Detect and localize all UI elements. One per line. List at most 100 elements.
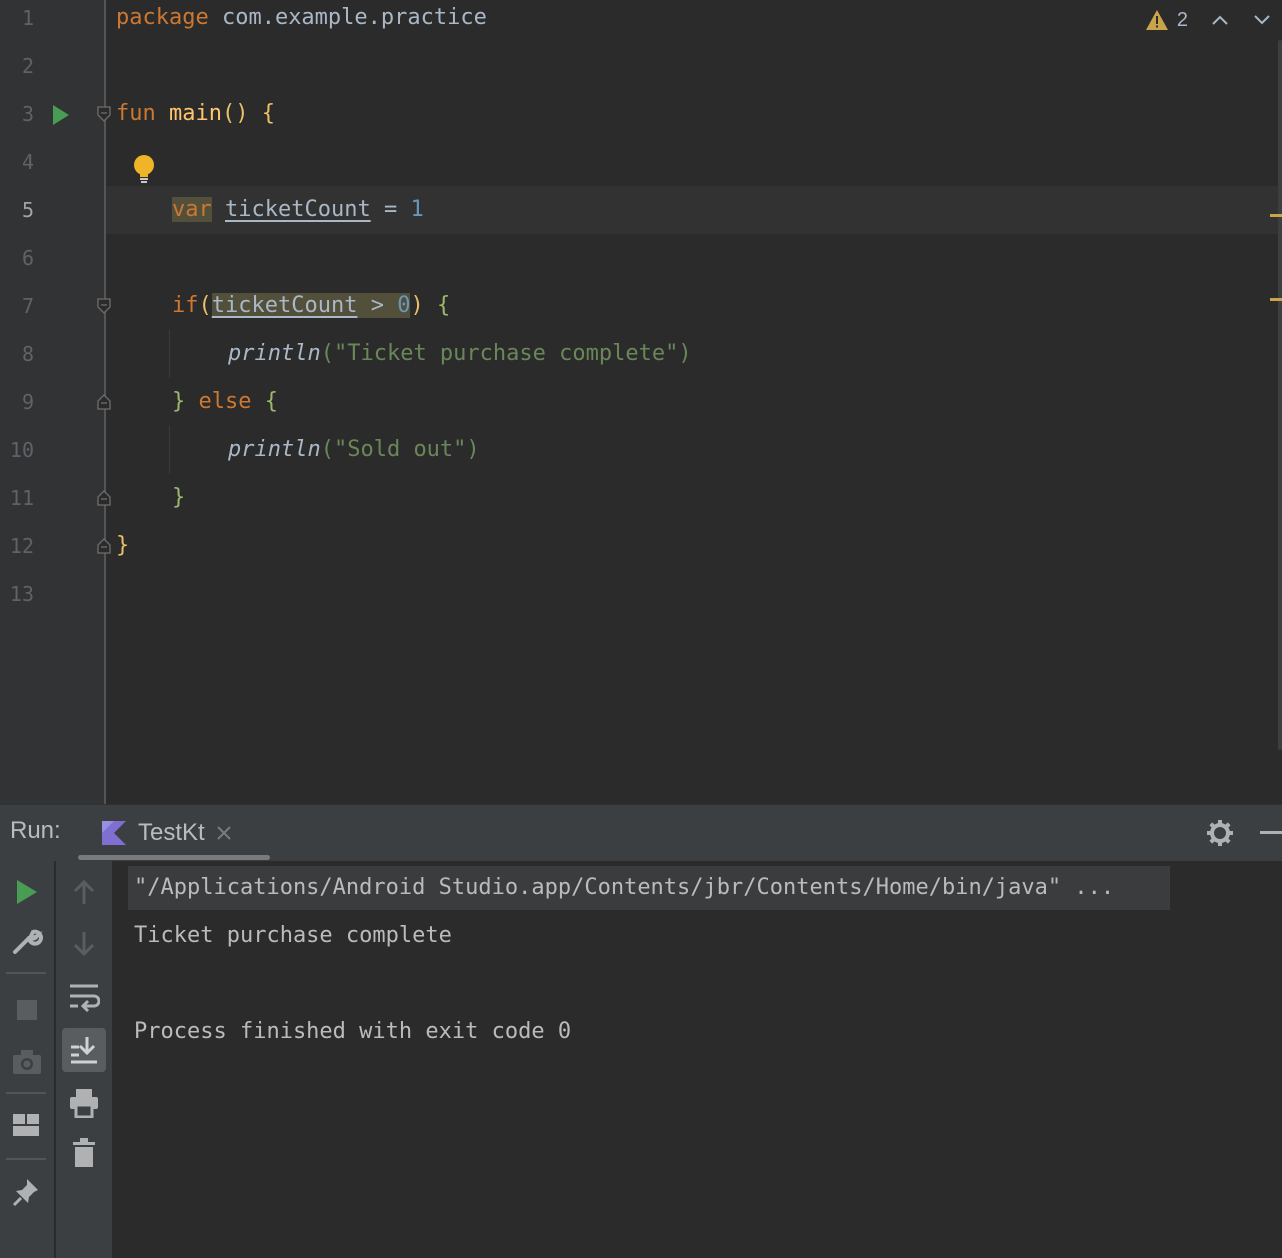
code-line[interactable]: println("Sold out") (228, 426, 480, 474)
run-tool-window: Run: TestKt "/Applications/Android Studi… (0, 804, 1282, 1258)
line-number: 1 (21, 6, 34, 30)
brace: } (172, 485, 186, 510)
number-literal: 1 (410, 197, 424, 222)
code-editor[interactable]: 1 2 3 4 5 6 7 8 9 10 11 12 13 package co… (0, 0, 1282, 804)
fold-icon[interactable] (97, 394, 111, 410)
down-arrow-icon[interactable] (72, 930, 96, 958)
kotlin-icon (102, 821, 126, 845)
chevron-down-icon[interactable] (1252, 13, 1272, 27)
rerun-icon[interactable] (14, 878, 40, 906)
editor-scrollbar[interactable] (1278, 40, 1282, 750)
console-output-line: Ticket purchase complete (134, 923, 452, 948)
soft-wrap-icon[interactable] (68, 982, 100, 1012)
line-number: 5 (21, 198, 34, 222)
keyword: var (172, 197, 212, 222)
gear-icon[interactable] (1206, 819, 1234, 847)
fold-icon[interactable] (97, 106, 111, 122)
function-call: println (228, 437, 321, 462)
string-literal: "Sold out" (333, 437, 467, 462)
paren: ) (678, 341, 692, 366)
camera-icon[interactable] (11, 1048, 43, 1076)
run-gutter-icon[interactable] (51, 104, 71, 126)
operator: = (370, 197, 411, 222)
warning-stripe[interactable] (1270, 298, 1282, 301)
line-number: 9 (21, 390, 34, 414)
fold-icon[interactable] (97, 538, 111, 554)
fold-icon[interactable] (97, 490, 111, 506)
code-line[interactable]: } (172, 474, 185, 522)
brace: } (116, 533, 130, 558)
line-number: 13 (9, 582, 34, 606)
toolbar-separator (6, 1092, 46, 1094)
console-command-line[interactable]: "/Applications/Android Studio.app/Conten… (134, 866, 1114, 910)
inspection-widget[interactable]: 2 (1145, 4, 1272, 36)
function-name: main (155, 101, 222, 126)
print-icon[interactable] (69, 1088, 99, 1118)
keyword: if (172, 293, 199, 318)
paren: ( (320, 341, 334, 366)
operator: > (357, 293, 398, 318)
line-number: 11 (9, 486, 34, 510)
line-number: 10 (9, 438, 34, 462)
run-header: Run: TestKt (0, 804, 1282, 861)
code-line[interactable]: } else { (172, 378, 278, 426)
run-title: Run: (10, 817, 61, 844)
brace: } (172, 389, 186, 414)
line-number: 7 (21, 294, 34, 318)
layout-icon[interactable] (12, 1112, 40, 1138)
keyword: else (185, 389, 265, 414)
package-name: com.example.practice (208, 5, 487, 30)
warning-icon (1145, 10, 1168, 30)
paren: ) (466, 437, 480, 462)
code-line[interactable]: fun main() { (116, 90, 275, 138)
code-line[interactable]: println("Ticket purchase complete") (228, 330, 692, 378)
line-number: 3 (21, 102, 34, 126)
paren: ( (198, 293, 212, 318)
minimize-icon[interactable] (1258, 831, 1282, 835)
console-toolbar (56, 860, 112, 1258)
paren: ( (320, 437, 334, 462)
tab-testkt[interactable]: TestKt (100, 811, 233, 855)
line-number: 6 (21, 246, 34, 270)
brace: { (264, 389, 278, 414)
line-number: 2 (21, 54, 34, 78)
keyword: fun (116, 101, 156, 126)
warning-stripe[interactable] (1270, 214, 1282, 217)
line-number: 12 (9, 534, 34, 558)
indent-guide (169, 330, 170, 378)
function-call: println (228, 341, 321, 366)
indent-guide (169, 426, 170, 474)
chevron-up-icon[interactable] (1210, 13, 1230, 27)
line-number: 8 (21, 342, 34, 366)
keyword: package (116, 5, 209, 30)
close-icon[interactable] (215, 824, 233, 842)
code-line[interactable]: var ticketCount = 1 (172, 186, 424, 234)
parens: () (221, 101, 249, 126)
wrench-icon[interactable] (11, 926, 43, 958)
up-arrow-icon[interactable] (72, 878, 96, 906)
line-number: 4 (21, 150, 34, 174)
toolbar-separator (6, 1158, 46, 1160)
intention-bulb-icon[interactable] (132, 154, 156, 184)
code-line[interactable]: package com.example.practice (116, 0, 487, 42)
code-line[interactable]: } (116, 522, 129, 570)
number-literal: 0 (397, 293, 411, 318)
paren: ) (410, 293, 424, 318)
console-exit-line: Process finished with exit code 0 (134, 1019, 572, 1044)
variable-name: ticketCount (211, 293, 358, 318)
editor-gutter: 1 2 3 4 5 6 7 8 9 10 11 12 13 (0, 0, 105, 804)
run-toolbar (0, 860, 54, 1258)
warning-count: 2 (1176, 8, 1188, 31)
scroll-to-end-icon (71, 1037, 97, 1064)
scroll-to-end-button[interactable] (62, 1028, 106, 1072)
brace: { (423, 293, 451, 318)
stop-icon[interactable] (15, 998, 39, 1022)
code-line[interactable]: if(ticketCount > 0) { (172, 282, 450, 330)
string-literal: "Ticket purchase complete" (333, 341, 679, 366)
toolbar-separator (6, 972, 46, 974)
tab-label: TestKt (138, 819, 205, 846)
pin-icon[interactable] (11, 1176, 41, 1208)
trash-icon[interactable] (72, 1138, 96, 1168)
fold-icon[interactable] (97, 298, 111, 314)
variable-name: ticketCount (225, 197, 371, 222)
